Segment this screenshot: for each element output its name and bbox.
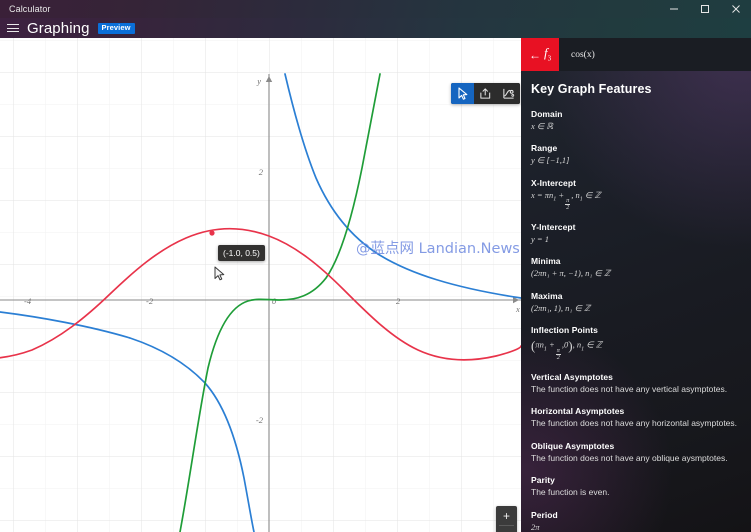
feature-vertical-asymptotes: Vertical Asymptotes The function does no… <box>531 372 741 395</box>
graph-settings-icon <box>503 88 515 99</box>
svg-text:x: x <box>515 304 520 314</box>
zoom-out-button[interactable]: − <box>496 526 517 532</box>
graph-plot: -4 -2 0 2 2 -2 -4 y x <box>0 38 521 532</box>
feature-value: 2π <box>531 521 540 532</box>
feature-label: Minima <box>531 256 561 267</box>
app-title: Calculator <box>9 4 51 14</box>
feature-label: Oblique Asymptotes <box>531 440 615 451</box>
key-graph-features-panel: ← f3 cos(x) Key Graph Features Domain x … <box>521 38 751 532</box>
feature-label: Range <box>531 143 558 154</box>
feature-value: y = 1 <box>531 233 550 244</box>
feature-value: y ∈ [−1,1] <box>531 155 570 166</box>
feature-value: (πn1 + π 2,0), n1 ∈ ℤ <box>531 338 603 361</box>
feature-label: Inflection Points <box>531 325 598 336</box>
feature-value: (2πn₁, 1), n₁ ∈ ℤ <box>531 302 591 313</box>
feature-maxima: Maxima (2πn₁, 1), n₁ ∈ ℤ <box>531 291 741 314</box>
feature-oblique-asymptotes: Oblique Asymptotes The function does not… <box>531 441 741 464</box>
panel-topbar: ← f3 cos(x) <box>521 38 751 71</box>
feature-parity: Parity The function is even. <box>531 475 741 498</box>
select-tool-button[interactable] <box>451 83 474 104</box>
point-tooltip: (-1.0, 0.5) <box>218 245 265 261</box>
graph-settings-button[interactable] <box>497 83 520 104</box>
panel-body: Key Graph Features Domain x ∈ ℝ Range y … <box>521 71 751 532</box>
share-button[interactable] <box>474 83 497 104</box>
back-arrow-icon: ← <box>528 47 541 62</box>
feature-value: The function does not have any horizonta… <box>531 418 738 429</box>
hamburger-icon[interactable] <box>0 18 26 38</box>
zoom-in-button[interactable]: + <box>496 506 517 525</box>
feature-minima: Minima (2πn₁ + π, −1), n₁ ∈ ℤ <box>531 256 741 279</box>
cursor-arrow-icon <box>457 87 467 100</box>
feature-label: Maxima <box>531 290 563 301</box>
preview-badge: Preview <box>97 22 135 34</box>
feature-value: The function does not have any vertical … <box>531 383 728 394</box>
feature-range: Range y ∈ [−1,1] <box>531 143 741 166</box>
panel-heading: Key Graph Features <box>531 82 652 96</box>
feature-period: Period 2π <box>531 510 741 532</box>
feature-value: x ∈ ℝ <box>531 121 554 131</box>
maximize-button[interactable] <box>689 0 720 18</box>
feature-label: Y-Intercept <box>531 221 576 232</box>
feature-label: Horizontal Asymptotes <box>531 406 625 417</box>
feature-label: Parity <box>531 475 555 486</box>
feature-x-intercept: X-Intercept x = πn1 + π 2, n1 ∈ ℤ <box>531 178 741 211</box>
app-header: Graphing Preview <box>0 18 751 38</box>
feature-value: The function is even. <box>531 487 610 498</box>
feature-y-intercept: Y-Intercept y = 1 <box>531 222 741 245</box>
back-to-function-button[interactable]: ← f3 <box>521 38 559 71</box>
feature-value: x = πn1 + π 2, n1 ∈ ℤ <box>531 189 601 211</box>
feature-value: (2πn₁ + π, −1), n₁ ∈ ℤ <box>531 268 611 279</box>
feature-label: X-Intercept <box>531 177 576 188</box>
graph-canvas[interactable]: -4 -2 0 2 2 -2 -4 y x @蓝点网 Landian.News … <box>0 38 521 532</box>
close-button[interactable] <box>720 0 751 18</box>
function-expression: cos(x) <box>571 49 595 60</box>
feature-inflection-points: Inflection Points (πn1 + π 2,0), n1 ∈ ℤ <box>531 325 741 361</box>
function-symbol: f3 <box>543 45 552 63</box>
trace-point <box>209 230 215 236</box>
feature-value: The function does not have any oblique a… <box>531 452 728 463</box>
zoom-controls: + − <box>496 506 517 532</box>
window-controls <box>658 0 751 18</box>
share-icon <box>480 88 491 99</box>
feature-horizontal-asymptotes: Horizontal Asymptotes The function does … <box>531 406 741 429</box>
feature-domain: Domain x ∈ ℝ <box>531 109 741 132</box>
feature-label: Period <box>531 509 558 520</box>
minimize-button[interactable] <box>658 0 689 18</box>
svg-text:-4: -4 <box>24 296 32 306</box>
window-titlebar: Calculator <box>0 0 751 18</box>
graph-toolbar <box>451 83 520 104</box>
svg-text:-2: -2 <box>256 415 264 425</box>
feature-label: Vertical Asymptotes <box>531 371 613 382</box>
feature-label: Domain <box>531 109 563 119</box>
svg-text:y: y <box>256 76 261 86</box>
svg-text:-2: -2 <box>146 296 154 306</box>
mouse-cursor-icon <box>214 266 225 286</box>
page-title: Graphing <box>27 19 90 37</box>
